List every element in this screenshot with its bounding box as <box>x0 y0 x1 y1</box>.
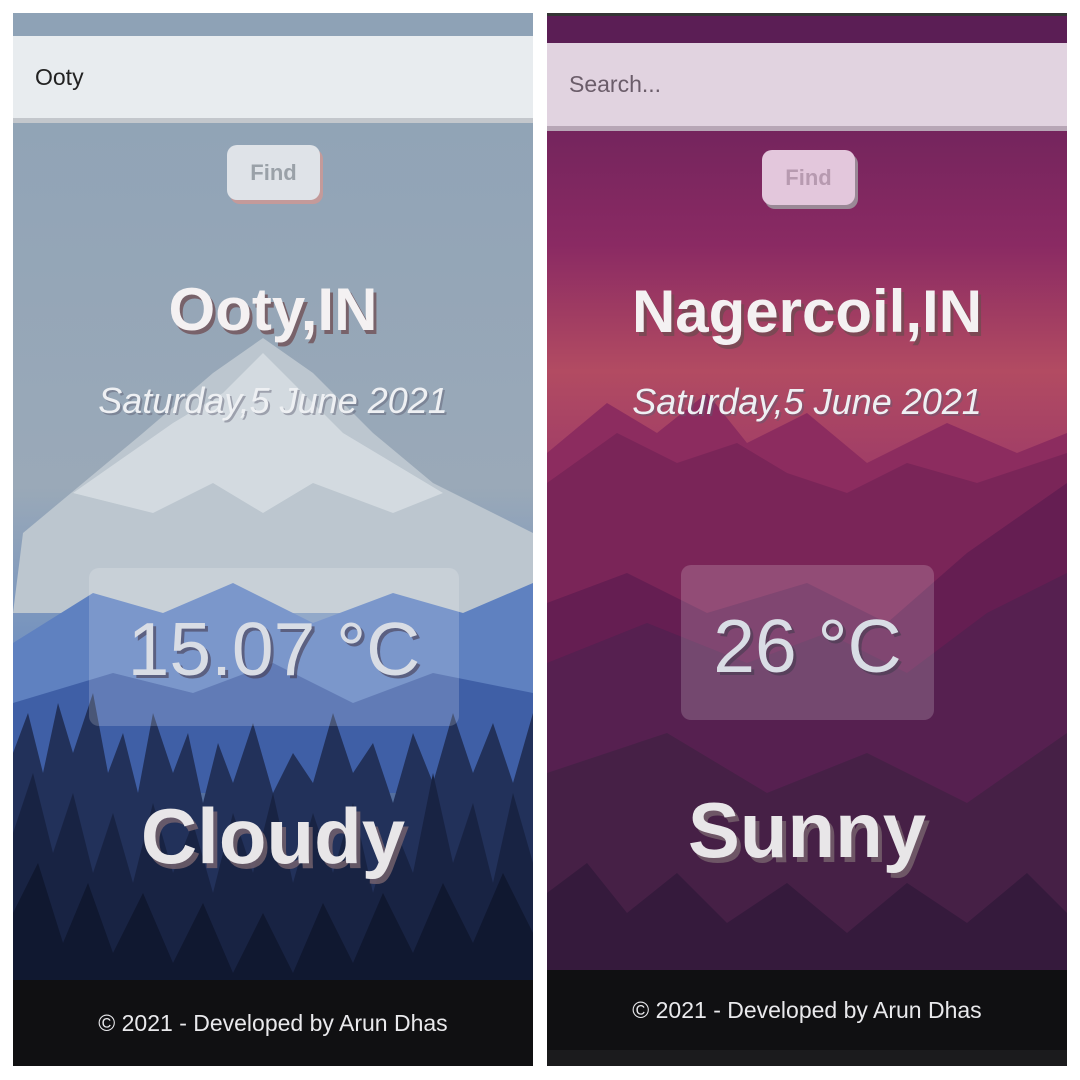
status-bar <box>13 13 533 36</box>
temperature-card: 15.07 °C <box>89 568 459 726</box>
footer-credit: © 2021 - Developed by Arun Dhas <box>547 970 1067 1066</box>
search-input[interactable] <box>547 43 1067 131</box>
find-button[interactable]: Find <box>227 145 320 200</box>
status-bar <box>547 13 1067 43</box>
current-date: Saturday,5 June 2021 <box>632 381 982 422</box>
current-date: Saturday,5 June 2021 <box>98 380 448 421</box>
search-input[interactable] <box>13 36 533 123</box>
city-name: Nagercoil,IN <box>631 278 983 345</box>
weather-condition: Cloudy <box>140 792 406 880</box>
weather-condition: Sunny <box>687 786 927 874</box>
weather-app-screen-sunny: Find Nagercoil,IN Saturday,5 June 2021 2… <box>547 13 1067 1066</box>
city-name: Ooty,IN <box>168 276 378 343</box>
footer-credit: © 2021 - Developed by Arun Dhas <box>13 980 533 1066</box>
weather-app-screen-cloudy: Find Ooty,IN Saturday,5 June 2021 15.07 … <box>13 13 533 1066</box>
find-button[interactable]: Find <box>762 150 855 205</box>
temperature-card: 26 °C <box>681 565 934 720</box>
temperature-value: 15.07 °C <box>127 607 421 691</box>
temperature-value: 26 °C <box>713 604 902 688</box>
